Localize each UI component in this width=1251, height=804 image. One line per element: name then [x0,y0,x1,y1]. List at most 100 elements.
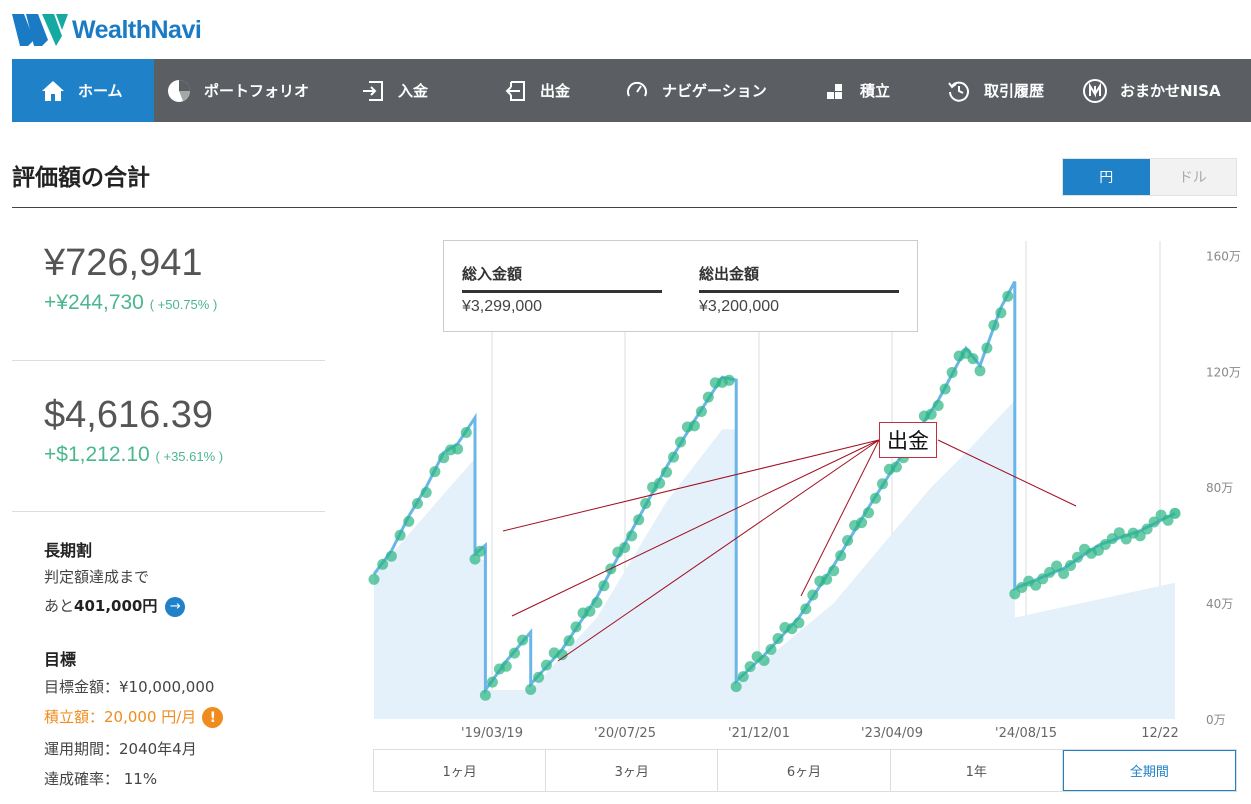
data-point [800,603,812,615]
x-tick-label: '20/07/25 [594,726,656,741]
nav-item-portfolio[interactable]: ポートフォリオ [154,59,350,122]
pie-chart-icon [166,78,192,104]
currency-yen-button[interactable]: 円 [1063,159,1150,195]
tooltip-deposit-value: ¥3,299,000 [462,298,543,315]
goal-target-amount: 目標金額：¥10,000,000 [44,678,215,696]
data-point [654,477,666,489]
data-point [509,647,520,659]
data-point [877,478,888,490]
data-point [870,492,881,504]
period-all-button[interactable]: 全期間 [1062,750,1237,791]
data-point [540,659,552,671]
divider [12,511,325,512]
period-6m-button[interactable]: 6ヶ月 [718,750,891,791]
chart-tooltip: 総入金額 ¥3,299,000 総出金額 ¥3,200,000 [443,240,918,332]
data-point [793,617,805,629]
jpy-gain: +¥244,730 ( +50.75% ) [44,291,217,315]
data-point [368,573,380,585]
y-tick-label: 0万 [1206,713,1226,727]
tooltip-deposit-label: 総入金額 [462,263,662,293]
data-point [385,550,397,562]
goal-monthly-text: 積立額：20,000 円/月 [44,708,197,726]
brand-name: WealthNavi [72,15,202,44]
x-tick-label: '19/03/19 [461,726,523,741]
jpy-summary: ¥726,941 +¥244,730 ( +50.75% ) [44,242,217,315]
nav-item-nisa[interactable]: おまかせNISA [1066,59,1231,122]
home-icon [40,78,66,104]
data-point [570,621,582,633]
data-point [821,573,833,585]
data-point [517,634,529,646]
deposits-area [374,400,1175,719]
data-point [403,515,415,527]
brand-logo[interactable]: WealthNavi [12,12,202,48]
data-point [702,391,714,403]
nav-label: ホーム [78,82,123,100]
data-point [1002,290,1014,302]
data-point [563,635,575,647]
nav-label: ポートフォリオ [204,82,310,100]
currency-dollar-button[interactable]: ドル [1149,159,1236,195]
period-1y-button[interactable]: 1年 [890,750,1063,791]
data-point [946,367,958,378]
jpy-gain-amount: +¥244,730 [44,291,144,314]
nisa-logo-icon [1082,78,1108,104]
usd-gain: +$1,212.10 ( +35.61% ) [44,443,223,467]
arrow-right-icon[interactable]: → [165,596,186,617]
gauge-icon [624,78,650,104]
data-point [981,342,993,354]
nav-item-home[interactable]: ホーム [12,59,154,122]
long-term-heading: 長期割 [44,541,93,560]
data-point [988,319,1000,331]
period-1m-button[interactable]: 1ヶ月 [374,750,547,791]
usd-summary: $4,616.39 +$1,212.10 ( +35.61% ) [44,394,223,467]
y-tick-label: 40万 [1206,597,1233,611]
data-point [460,427,472,438]
data-point [925,408,937,420]
data-point [598,580,610,592]
warning-icon[interactable]: ! [202,707,224,728]
tooltip-deposit: 総入金額 ¥3,299,000 [462,263,662,316]
x-tick-label: 12/22 [1141,726,1178,741]
title-divider [12,207,1237,208]
wealthnavi-logo-icon [12,14,68,46]
data-point [730,681,742,693]
y-tick-label: 120万 [1206,365,1241,379]
nav-label: 出金 [540,82,571,100]
data-point [744,661,756,673]
nav-item-deposit[interactable]: 入金 [350,59,492,122]
long-term-prefix: あと [44,597,75,615]
data-point [452,443,464,455]
data-point [500,660,512,672]
data-point [967,353,979,365]
usd-gain-percent: ( +35.61% ) [155,449,224,464]
data-point [640,498,652,509]
long-term-amount: 401,000円 [74,597,158,615]
nav-label: 取引履歴 [984,82,1045,100]
x-tick-label: '23/04/09 [861,726,923,741]
data-point [772,633,784,644]
withdrawal-annotation: 出金 [879,422,937,458]
currency-toggle: 円 ドル [1062,158,1237,196]
data-point [856,517,868,529]
nav-item-history[interactable]: 取引履歴 [928,59,1066,122]
data-point [1169,507,1181,519]
y-tick-label: 160万 [1206,249,1241,263]
data-point [479,689,491,701]
nav-item-withdraw[interactable]: 出金 [492,59,610,122]
data-point [863,507,874,519]
data-point [591,597,603,608]
nav-item-navigation[interactable]: ナビゲーション [610,59,808,122]
x-tick-label: '24/08/15 [995,726,1057,741]
divider [12,360,325,361]
data-point [688,420,700,432]
period-3m-button[interactable]: 3ヶ月 [546,750,719,791]
data-point [890,461,902,473]
data-point [765,644,777,655]
data-point [626,530,638,542]
nav-item-accumulation[interactable]: 積立 [808,59,928,122]
goal-period: 運用期間：2040年4月 [44,740,197,758]
data-point [619,542,631,553]
x-tick-label: '21/12/01 [728,726,790,741]
data-point [584,605,596,617]
